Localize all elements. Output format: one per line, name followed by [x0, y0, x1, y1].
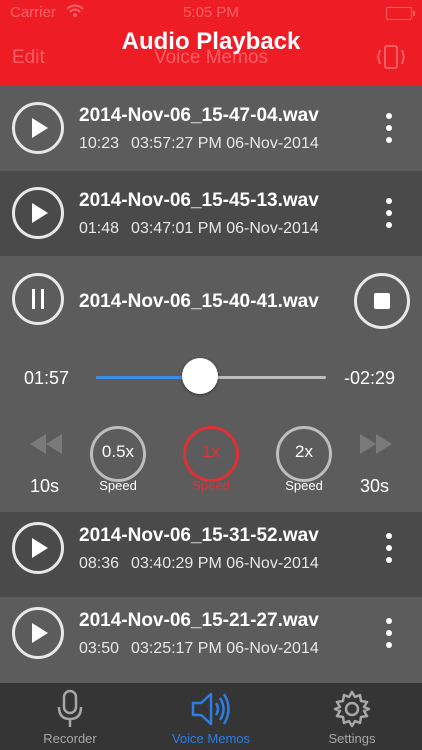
recording-duration: 01:48	[79, 220, 120, 237]
status-bar: Carrier 5:05 PM	[10, 4, 415, 24]
active-player: 2014-Nov-06_15-40-41.wav 01:57 -02:29 10…	[0, 256, 422, 512]
pause-button[interactable]	[12, 273, 64, 325]
recording-date: 06-Nov-2014	[226, 555, 319, 572]
recording-time: 03:47:01 PM	[131, 220, 222, 237]
battery-icon	[386, 7, 415, 20]
speed-label: Speed	[99, 478, 137, 493]
speed-value: 2x	[295, 442, 313, 461]
recording-meta: 03:50 03:25:17 PM 06-Nov-2014	[79, 640, 319, 658]
slider-thumb[interactable]	[181, 358, 218, 394]
list-item[interactable]: 2014-Nov-06_15-21-27.wav 03:50 03:25:17 P…	[0, 597, 422, 683]
speaker-icon	[191, 692, 230, 726]
speed-label: Speed	[192, 478, 230, 493]
header: Carrier 5:05 PM Edit Voice Memos Audio P…	[0, 0, 422, 86]
speed-2x-button[interactable]: 2x	[276, 426, 332, 482]
recording-filename: 2014-Nov-06_15-47-04.wav	[79, 105, 319, 126]
play-button[interactable]	[12, 187, 64, 239]
speed-0.5x-button[interactable]: 0.5x	[90, 426, 146, 482]
fast-forward-icon[interactable]	[358, 432, 394, 456]
tab-recorder[interactable]: Recorder	[0, 683, 140, 750]
list-item[interactable]: 2014-Nov-06_15-45-13.wav 01:48 03:47:01 P…	[0, 171, 422, 256]
recording-date: 06-Nov-2014	[226, 640, 319, 657]
rewind-icon[interactable]	[28, 432, 64, 456]
remaining-time: -02:29	[344, 368, 396, 388]
recording-time: 03:57:27 PM	[131, 135, 222, 152]
recording-date: 06-Nov-2014	[226, 135, 319, 152]
recording-date: 06-Nov-2014	[226, 220, 319, 237]
skip-back-label: 10s	[30, 476, 60, 496]
list-item[interactable]: 2014-Nov-06_15-47-04.wav 10:23 03:57:27 P…	[0, 86, 422, 171]
recording-filename: 2014-Nov-06_15-40-41.wav	[79, 291, 319, 312]
recording-filename: 2014-Nov-06_15-45-13.wav	[79, 190, 319, 211]
tab-label: Voice Memos	[171, 731, 251, 746]
more-options-icon[interactable]	[380, 533, 398, 565]
more-options-icon[interactable]	[380, 198, 398, 230]
speed-1x-button[interactable]: 1x	[183, 426, 239, 482]
recording-duration: 10:23	[79, 135, 120, 152]
play-icon	[32, 538, 48, 558]
recording-duration: 08:36	[79, 555, 120, 572]
recording-filename: 2014-Nov-06_15-31-52.wav	[79, 525, 319, 546]
more-options-icon[interactable]	[380, 113, 398, 145]
play-button[interactable]	[12, 102, 64, 154]
tab-settings[interactable]: Settings	[282, 683, 422, 750]
stop-button[interactable]	[354, 273, 410, 329]
gear-icon	[333, 690, 371, 728]
recording-time: 03:25:17 PM	[131, 640, 222, 657]
microphone-icon	[57, 689, 83, 727]
clock: 5:05 PM	[183, 4, 239, 21]
play-button[interactable]	[12, 607, 64, 659]
skip-forward-label: 30s	[360, 476, 390, 496]
speed-value: 0.5x	[101, 442, 135, 461]
play-icon	[32, 203, 48, 223]
recording-meta: 10:23 03:57:27 PM 06-Nov-2014	[79, 135, 319, 153]
play-icon	[32, 623, 48, 643]
tab-label: Recorder	[43, 731, 97, 746]
tab-bar: Recorder Voice Memos Settings	[0, 683, 422, 750]
recording-time: 03:40:29 PM	[131, 555, 222, 572]
more-options-icon[interactable]	[380, 618, 398, 650]
elapsed-time: 01:57	[24, 368, 70, 388]
play-icon	[32, 118, 48, 138]
play-button[interactable]	[12, 522, 64, 574]
list-item[interactable]: 2014-Nov-06_15-31-52.wav 08:36 03:40:29 P…	[0, 512, 422, 597]
tab-label: Settings	[328, 731, 376, 746]
recording-meta: 08:36 03:40:29 PM 06-Nov-2014	[79, 555, 319, 573]
pause-icon	[32, 289, 44, 309]
recording-filename: 2014-Nov-06_15-21-27.wav	[79, 610, 319, 631]
stop-icon	[374, 293, 390, 309]
recording-duration: 03:50	[79, 640, 120, 657]
recording-meta: 01:48 03:47:01 PM 06-Nov-2014	[79, 220, 319, 238]
speed-value: 1x	[202, 442, 220, 461]
tab-voice-memos[interactable]: Voice Memos	[141, 683, 281, 750]
app-title: Audio Playback	[121, 28, 301, 55]
speed-label: Speed	[285, 478, 323, 493]
